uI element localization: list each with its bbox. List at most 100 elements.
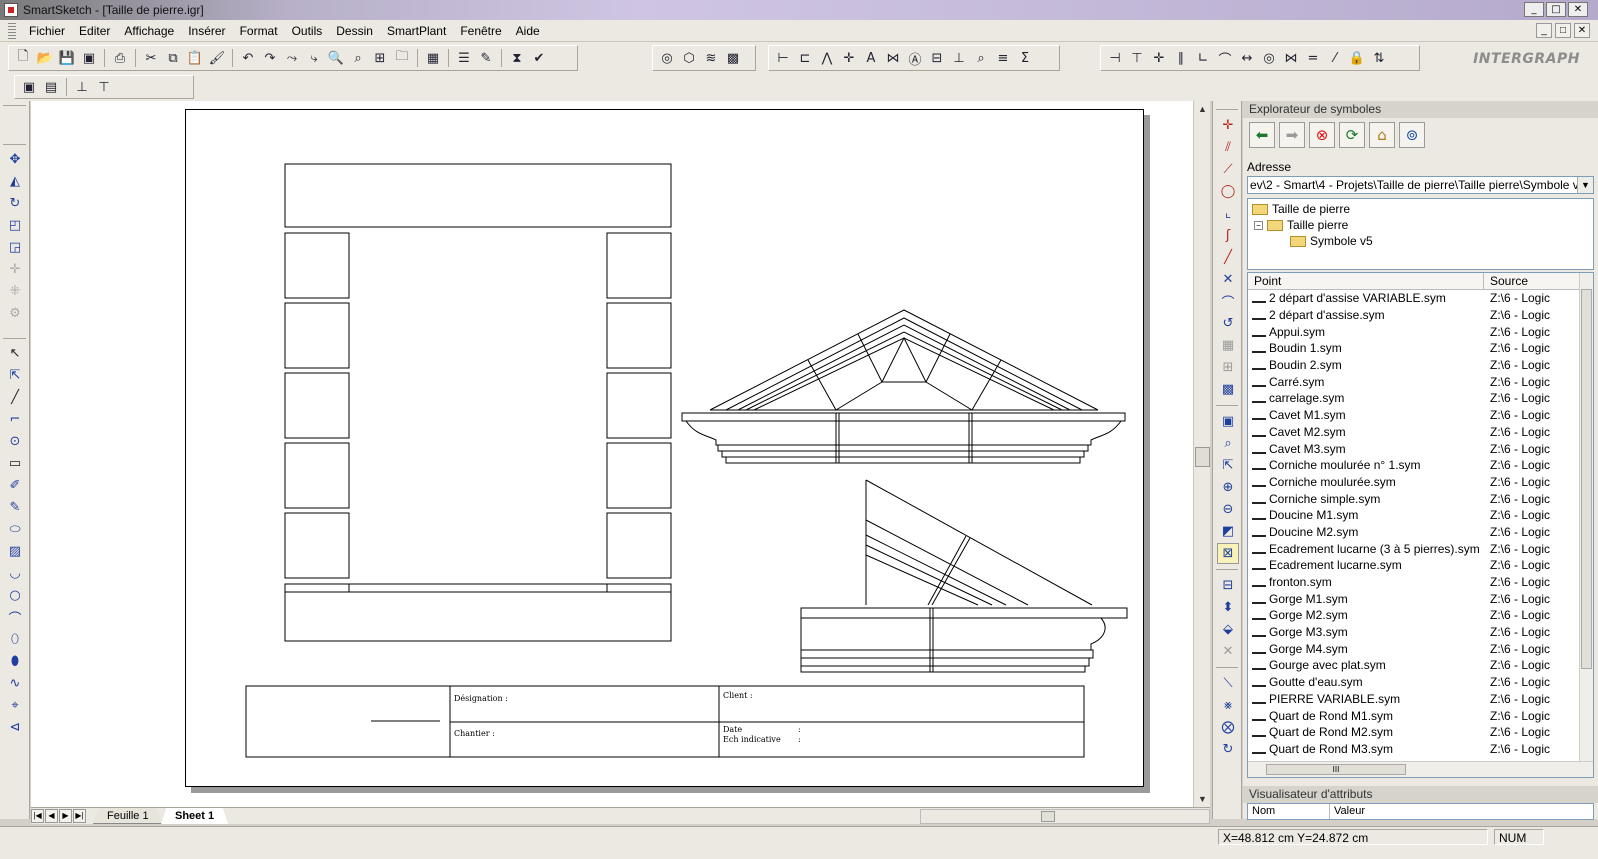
list-item[interactable]: Cavet M3.sym Z:\6 - Logic [1248, 440, 1593, 457]
select-icon[interactable]: ↖ [4, 343, 26, 364]
layer-up-icon[interactable]: ⬍ [1217, 597, 1239, 618]
tab-prev-icon[interactable]: ◀ [45, 809, 58, 823]
find-icon[interactable]: 🔍 [326, 48, 346, 68]
scale-icon[interactable]: ◰ [4, 215, 26, 236]
curve-icon[interactable]: ∿ [4, 673, 26, 694]
menu-fenetre[interactable]: Fenêtre [453, 24, 508, 38]
list-item[interactable]: Ecadrement lucarne (3 à 5 pierres).sym Z:… [1248, 540, 1593, 557]
symbol-name-cell[interactable]: Corniche moulurée.sym [1248, 475, 1484, 489]
symbol-name-cell[interactable]: carrelage.sym [1248, 391, 1484, 405]
doc-close-button[interactable]: ✕ [1574, 23, 1590, 38]
connect-icon[interactable]: ⊣ [1105, 48, 1125, 68]
doc-restore-button[interactable]: □ [1555, 23, 1571, 38]
symbol-name-cell[interactable]: Ecadrement lucarne (3 à 5 pierres).sym [1248, 542, 1484, 556]
mirror-icon[interactable]: ◭ [4, 171, 26, 192]
fit-icon[interactable]: ◩ [1217, 521, 1239, 542]
symbol-list-hscroll[interactable]: III [1248, 761, 1593, 777]
redraw-icon[interactable]: ↻ [1217, 739, 1239, 760]
symbol-name-cell[interactable]: Corniche moulurée n° 1.sym [1248, 458, 1484, 472]
offset-icon[interactable]: ⫽ [1217, 137, 1239, 158]
stamp-icon[interactable]: ⊥ [72, 77, 92, 97]
symbol-name-cell[interactable]: 2 départ d'assise.sym [1248, 308, 1484, 322]
print-icon[interactable]: ⎙ [110, 48, 130, 68]
symbol-name-cell[interactable]: Doucine M2.sym [1248, 525, 1484, 539]
freehand-icon[interactable]: ✐ [4, 475, 26, 496]
rectangle-icon[interactable]: ▭ [4, 453, 26, 474]
menu-outils[interactable]: Outils [285, 24, 330, 38]
diagonal-icon[interactable]: ╱ [1217, 247, 1239, 268]
symbol-name-cell[interactable]: Gorge M3.sym [1248, 625, 1484, 639]
move-icon[interactable]: ✥ [4, 149, 26, 170]
symbol-list-hscroll-thumb[interactable]: III [1266, 764, 1406, 775]
dimension-7-icon[interactable]: ⊥ [949, 48, 969, 68]
select-tool-icon[interactable]: ⇱ [4, 365, 26, 386]
address-value[interactable]: ev\2 - Smart\4 - Projets\Taille de pierr… [1248, 178, 1577, 192]
view-icon[interactable]: ▣ [1217, 411, 1239, 432]
list-item[interactable]: Goutte d'eau.sym Z:\6 - Logic [1248, 674, 1593, 691]
pan-icon[interactable]: ⇱ [1217, 455, 1239, 476]
refresh-icon[interactable]: ⟳ [1339, 122, 1365, 148]
layers-icon[interactable]: ⊞ [370, 48, 390, 68]
list-item[interactable]: Corniche moulurée n° 1.sym Z:\6 - Logic [1248, 457, 1593, 474]
stack-icon[interactable]: ≋ [701, 48, 721, 68]
hatch-2-icon[interactable]: ⨳ [1217, 695, 1239, 716]
symbol-tree-icon[interactable]: ▤ [41, 77, 61, 97]
symbol-name-cell[interactable]: Gorge M1.sym [1248, 592, 1484, 606]
symbol-name-cell[interactable]: Ecadrement lucarne.sym [1248, 558, 1484, 572]
rotate-icon[interactable]: ↻ [4, 193, 26, 214]
scroll-down-icon[interactable]: ▼ [1194, 791, 1211, 807]
list-item[interactable]: Cavet M1.sym Z:\6 - Logic [1248, 407, 1593, 424]
symbol-name-cell[interactable]: Boudin 2.sym [1248, 358, 1484, 372]
target-icon[interactable]: ◎ [657, 48, 677, 68]
collinear-icon[interactable]: ⁄ [1325, 48, 1345, 68]
symbol-name-cell[interactable]: Quart de Rond M1.sym [1248, 709, 1484, 723]
list-item[interactable]: Carré.sym Z:\6 - Logic [1248, 373, 1593, 390]
edit-properties-icon[interactable]: ✎ [476, 48, 496, 68]
tab-sheet-1[interactable]: Sheet 1 [161, 808, 229, 824]
maximize-button[interactable]: □ [1546, 2, 1566, 17]
column-nom[interactable]: Nom [1248, 804, 1330, 819]
cut-icon[interactable]: ✂ [141, 48, 161, 68]
list-item[interactable]: PIERRE VARIABLE.sym Z:\6 - Logic [1248, 691, 1593, 708]
intersect-icon[interactable]: ✕ [1217, 269, 1239, 290]
symbol-name-cell[interactable]: Appui.sym [1248, 325, 1484, 339]
maintain-icon[interactable]: ⇅ [1369, 48, 1389, 68]
arc-icon[interactable]: ◡ [4, 563, 26, 584]
canvas-horizontal-scrollbar[interactable] [920, 809, 1210, 824]
line-icon[interactable]: ╱ [4, 387, 26, 408]
circle-icon[interactable]: ○ [4, 585, 26, 606]
symbol-explorer-icon[interactable]: ▣ [19, 77, 39, 97]
canvas-vertical-scrollbar[interactable]: ▲ ▼ [1193, 101, 1210, 807]
grid-icon[interactable]: ▩ [723, 48, 743, 68]
list-item[interactable]: Gorge M1.sym Z:\6 - Logic [1248, 590, 1593, 607]
group-icon[interactable]: ⊞ [1217, 357, 1239, 378]
undo-icon[interactable]: ↶ [238, 48, 258, 68]
tab-last-icon[interactable]: ▶| [73, 809, 86, 823]
fill-icon[interactable]: ▨ [4, 541, 26, 562]
symbol-name-cell[interactable]: Carré.sym [1248, 375, 1484, 389]
format-painter-icon[interactable]: 🖌 [207, 48, 227, 68]
close-button[interactable]: ✕ [1568, 2, 1588, 17]
list-item[interactable]: Gorge M4.sym Z:\6 - Logic [1248, 640, 1593, 657]
trim-icon[interactable]: ✛ [1217, 115, 1239, 136]
split-icon[interactable]: ◯ [1217, 181, 1239, 202]
check-list-icon[interactable]: ⧗ [507, 48, 527, 68]
stop-icon[interactable]: ⊗ [1309, 122, 1335, 148]
blob-icon[interactable]: ⬭ [4, 519, 26, 540]
paste-icon[interactable]: 📋 [185, 48, 205, 68]
zoom-area-icon[interactable]: ⌕ [1217, 433, 1239, 454]
symbol-name-cell[interactable]: Doucine M1.sym [1248, 508, 1484, 522]
replace-icon[interactable]: ⌕ [348, 48, 368, 68]
list-item[interactable]: 2 départ d'assise.sym Z:\6 - Logic [1248, 307, 1593, 324]
menu-aide[interactable]: Aide [509, 24, 547, 38]
symbol-name-cell[interactable]: PIERRE VARIABLE.sym [1248, 692, 1484, 706]
dimension-6-icon[interactable]: ⊟ [927, 48, 947, 68]
dimension-3-icon[interactable]: ⋀ [817, 48, 837, 68]
rotate-arc-icon[interactable]: ↺ [1217, 313, 1239, 334]
text-box-icon[interactable]: A [861, 48, 881, 68]
list-item[interactable]: Boudin 2.sym Z:\6 - Logic [1248, 357, 1593, 374]
calculator-icon[interactable]: ▦ [423, 48, 443, 68]
properties-icon[interactable]: ☰ [454, 48, 474, 68]
hatch-icon[interactable]: ⟍ [1217, 673, 1239, 694]
column-source[interactable]: Source [1484, 273, 1593, 289]
